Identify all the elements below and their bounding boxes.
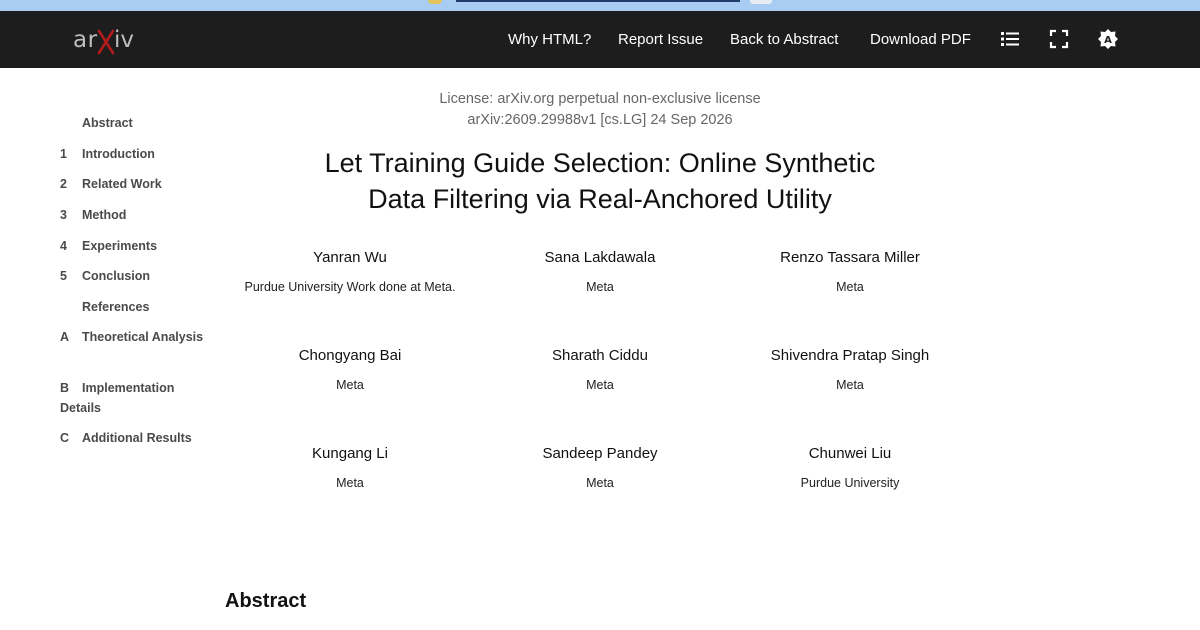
toc-number: 1 (60, 147, 67, 161)
author-affiliation: Meta (586, 476, 614, 490)
svg-text:ar: ar (73, 27, 98, 53)
toc-number: 3 (60, 208, 67, 222)
theme-icon-svg: A (1098, 29, 1118, 49)
toc-item-abstract[interactable]: Abstract (60, 113, 210, 133)
author-affiliation: Meta (336, 378, 364, 392)
fullscreen-icon-svg (1049, 29, 1069, 49)
theme-icon[interactable]: A (1097, 28, 1119, 50)
strip-link-underline (456, 0, 740, 2)
author-affiliation: Meta (336, 476, 364, 490)
toc-label: Abstract (82, 116, 133, 130)
author-name: Chunwei Liu (808, 445, 892, 462)
nav-download-pdf-label: Download PDF (870, 31, 971, 48)
author-affiliation: Purdue University Work done at Meta. (244, 280, 456, 294)
toc-item-references[interactable]: References (60, 297, 210, 317)
author-name: Sana Lakdawala (544, 249, 656, 266)
arxiv-logo-mark: ar iv (73, 27, 134, 55)
paper-title-line-2: Data Filtering via Real-Anchored Utility (368, 184, 832, 214)
author-card: Shivendra Pratap Singh Meta (720, 346, 980, 394)
svg-text:iv: iv (114, 27, 134, 53)
author-name: Kungang Li (312, 445, 388, 462)
toc-item-related-work[interactable]: 2 Related Work (60, 174, 210, 194)
nav-report-issue-label: Report Issue (618, 31, 704, 48)
toc-item-introduction[interactable]: 1 Introduction (60, 144, 210, 164)
toc-label: References (82, 300, 150, 314)
toc-item-theoretical-analysis[interactable]: A Theoretical Analysis (60, 327, 210, 347)
author-card: Kungang Li Meta (220, 444, 480, 492)
author-card: Yanran Wu Purdue University Work done at… (220, 248, 480, 296)
author-affiliation: Purdue University (800, 476, 900, 490)
toc-number: 2 (60, 177, 67, 191)
author-affiliation: Meta (836, 280, 864, 294)
toc-number: C (60, 431, 70, 445)
author-card: Sharath Ciddu Meta (470, 346, 730, 394)
arxiv-logo[interactable]: ar iv (73, 23, 143, 57)
toc-label: Introduction (82, 147, 155, 161)
svg-text:A: A (1104, 35, 1112, 46)
toc-item-implementation-details[interactable]: B Implementation Details (60, 378, 210, 418)
nav-download-pdf[interactable]: Download PDF (870, 11, 971, 68)
strip-close-icon[interactable] (750, 0, 772, 4)
author-affiliation: Meta (586, 378, 614, 392)
author-name: Chongyang Bai (298, 347, 402, 364)
toc-label: Experiments (82, 239, 158, 253)
author-card: Chunwei Liu Purdue University (720, 444, 980, 492)
toc-item-conclusion[interactable]: 5 Conclusion (60, 266, 210, 286)
browser-top-strip (0, 0, 1200, 11)
list-icon[interactable] (999, 28, 1021, 50)
nav-report-issue[interactable]: Report Issue (618, 11, 703, 68)
author-name: Renzo Tassara Miller (780, 249, 920, 266)
toc-number: B (60, 381, 70, 395)
fullscreen-icon[interactable] (1048, 28, 1070, 50)
toc-number: A (60, 330, 70, 344)
author-affiliation: Meta (836, 378, 864, 392)
paper-title-line-1: Let Training Guide Selection: Online Syn… (324, 148, 876, 178)
author-card: Sana Lakdawala Meta (470, 248, 730, 296)
paper-title: Let Training Guide Selection: Online Syn… (260, 145, 940, 217)
author-card: Chongyang Bai Meta (220, 346, 480, 394)
author-card: Renzo Tassara Miller Meta (720, 248, 980, 296)
site-header: ar iv Why HTML? Report Issue Back to Abs… (0, 11, 1200, 68)
notification-icon (428, 0, 442, 4)
nav-why-html[interactable]: Why HTML? (508, 11, 591, 68)
toc-number: 5 (60, 269, 67, 283)
toc-item-method[interactable]: 3 Method (60, 205, 210, 225)
author-affiliation: Meta (586, 280, 614, 294)
list-icon-svg (1001, 32, 1019, 46)
arxiv-identifier: arXiv:2609.29988v1 [cs.LG] 24 Sep 2026 (467, 112, 733, 128)
nav-back-to-abstract[interactable]: Back to Abstract (730, 11, 838, 68)
toc-label: Method (82, 208, 127, 222)
author-name: Sharath Ciddu (552, 347, 648, 364)
nav-why-html-label: Why HTML? (508, 31, 592, 48)
toc-label: Additional Results (82, 431, 192, 445)
nav-back-to-abstract-label: Back to Abstract (730, 31, 839, 48)
toc-item-additional-results[interactable]: C Additional Results (60, 428, 210, 448)
license-text: License: arXiv.org perpetual non-exclusi… (439, 91, 761, 107)
author-card: Sandeep Pandey Meta (470, 444, 730, 492)
author-name: Yanran Wu (313, 249, 387, 266)
toc-item-experiments[interactable]: 4 Experiments (60, 236, 210, 256)
author-name: Shivendra Pratap Singh (770, 347, 930, 364)
author-name: Sandeep Pandey (542, 445, 658, 462)
toc-label: Theoretical Analysis (82, 330, 204, 344)
toc-label: Related Work (82, 177, 162, 191)
toc-label: Conclusion (82, 269, 151, 283)
toc-number: 4 (60, 239, 67, 253)
abstract-heading: Abstract (225, 590, 307, 612)
